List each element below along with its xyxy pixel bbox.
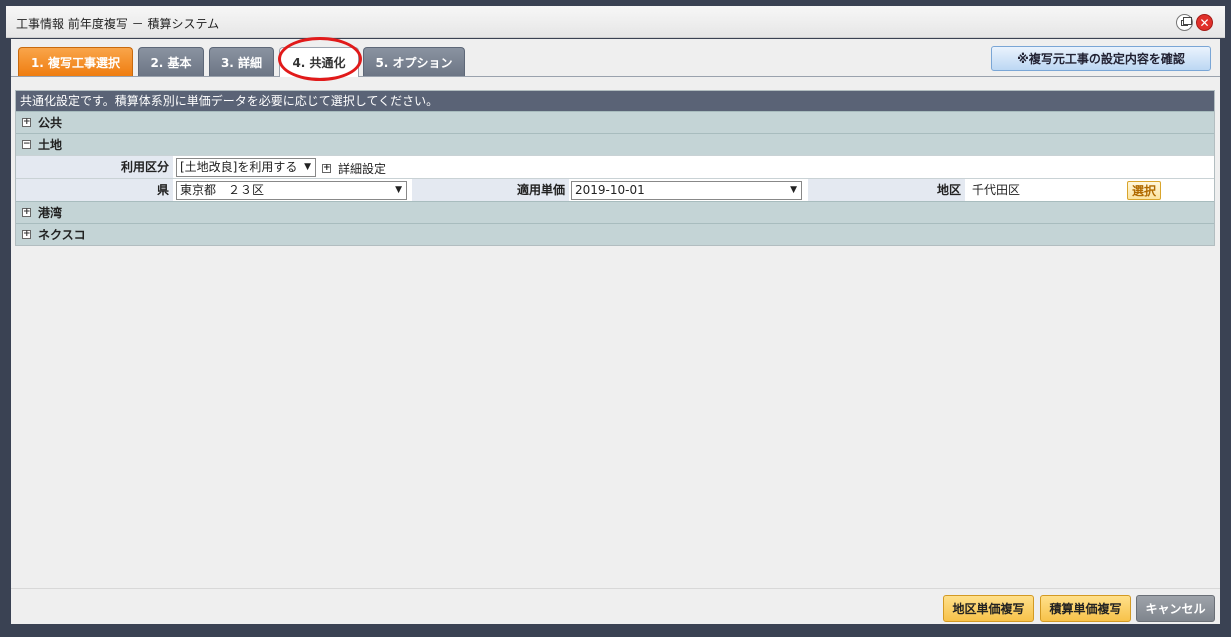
- dropdown-arrow-icon: ▼: [790, 185, 797, 195]
- tab-copy-select[interactable]: 1. 複写工事選択: [18, 47, 133, 76]
- unit-price-select[interactable]: 2019-10-01 ▼: [571, 181, 802, 200]
- title-bar: 工事情報 前年度複写 － 積算システム ✕: [6, 6, 1225, 38]
- section-label: ネクスコ: [38, 228, 86, 242]
- region-row: 県 東京都 ２３区 ▼ 適用単価 2019-10-01 ▼ 地区 千代田区 選択: [16, 178, 1214, 201]
- expand-icon[interactable]: +: [22, 230, 31, 239]
- tab-option[interactable]: 5. オプション: [363, 47, 465, 76]
- tab-detail[interactable]: 3. 詳細: [209, 47, 274, 76]
- app-window: 工事情報 前年度複写 － 積算システム ✕ 1. 複写工事選択 2. 基本 3.…: [0, 0, 1231, 637]
- main-content: 1. 複写工事選択 2. 基本 3. 詳細 4. 共通化 5. オプション ※複…: [11, 37, 1220, 588]
- cancel-button[interactable]: キャンセル: [1136, 595, 1215, 622]
- usage-label: 利用区分: [16, 156, 173, 178]
- area-select-button[interactable]: 選択: [1127, 181, 1161, 200]
- section-label: 港湾: [38, 206, 63, 220]
- section-public[interactable]: + 公共: [16, 111, 1214, 133]
- section-label: 土地: [38, 138, 63, 152]
- panel-header: 共通化設定です。積算体系別に単価データを必要に応じて選択してください。: [16, 91, 1214, 111]
- area-label: 地区: [808, 179, 965, 201]
- common-settings-panel: 共通化設定です。積算体系別に単価データを必要に応じて選択してください。 + 公共…: [15, 90, 1215, 246]
- estimate-price-copy-button[interactable]: 積算単価複写: [1040, 595, 1131, 622]
- detail-settings-toggle[interactable]: + 詳細設定: [322, 160, 386, 177]
- prefecture-select-value: 東京都 ２３区: [180, 183, 265, 197]
- area-price-copy-button[interactable]: 地区単価複写: [943, 595, 1034, 622]
- section-land[interactable]: − 土地: [16, 133, 1214, 155]
- restore-icon[interactable]: [1176, 14, 1193, 31]
- section-nexco[interactable]: + ネクスコ: [16, 223, 1214, 245]
- collapse-icon[interactable]: −: [22, 140, 31, 149]
- prefecture-select[interactable]: 東京都 ２３区 ▼: [176, 181, 407, 200]
- tab-common[interactable]: 4. 共通化: [279, 47, 359, 77]
- expand-icon[interactable]: +: [22, 208, 31, 217]
- expand-icon[interactable]: +: [22, 118, 31, 127]
- window-title: 工事情報 前年度複写 － 積算システム: [16, 17, 220, 31]
- area-value: 千代田区: [972, 183, 1021, 197]
- section-port[interactable]: + 港湾: [16, 201, 1214, 223]
- dropdown-arrow-icon: ▼: [304, 162, 311, 172]
- footer-bar: 地区単価複写 積算単価複写 キャンセル: [11, 588, 1220, 624]
- usage-select-value: [土地改良]を利用する: [180, 160, 298, 174]
- prefecture-label: 県: [16, 179, 173, 201]
- usage-select[interactable]: [土地改良]を利用する ▼: [176, 158, 316, 177]
- close-icon[interactable]: ✕: [1196, 14, 1213, 31]
- unit-price-select-value: 2019-10-01: [575, 183, 645, 197]
- dropdown-arrow-icon: ▼: [395, 185, 402, 195]
- confirm-source-button[interactable]: ※複写元工事の設定内容を確認: [991, 46, 1211, 71]
- expand-icon: +: [322, 163, 331, 173]
- usage-row: 利用区分 [土地改良]を利用する ▼ + 詳細設定: [16, 155, 1214, 178]
- tab-bar: 1. 複写工事選択 2. 基本 3. 詳細 4. 共通化 5. オプション ※複…: [11, 37, 1220, 81]
- section-label: 公共: [38, 116, 63, 130]
- unit-price-label: 適用単価: [412, 179, 569, 201]
- detail-settings-label: 詳細設定: [338, 162, 387, 176]
- tab-basic[interactable]: 2. 基本: [138, 47, 204, 76]
